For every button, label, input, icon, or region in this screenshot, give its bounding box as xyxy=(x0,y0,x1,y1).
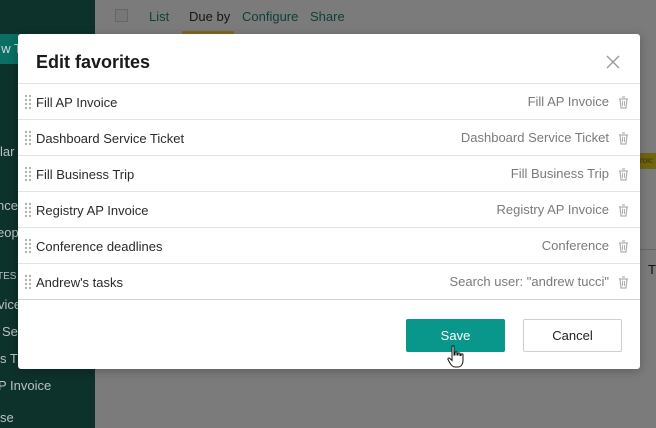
favorite-name: Fill AP Invoice xyxy=(36,95,118,110)
drag-handle-icon[interactable] xyxy=(24,238,32,254)
favorite-name: Conference deadlines xyxy=(36,239,163,254)
tab-list[interactable]: List xyxy=(149,9,169,24)
favorite-target: Fill Business Trip xyxy=(510,166,609,181)
tab-due-by[interactable]: Due by xyxy=(189,9,230,24)
favorite-name: Registry AP Invoice xyxy=(36,203,149,218)
list-item: Dashboard Service Ticket Dashboard Servi… xyxy=(18,120,640,156)
save-button[interactable]: Save xyxy=(406,319,505,352)
status-badge: roic xyxy=(640,153,656,169)
trash-icon[interactable] xyxy=(618,240,629,253)
list-item: Fill Business Trip Fill Business Trip xyxy=(18,156,640,192)
drag-handle-icon[interactable] xyxy=(24,274,32,290)
sidebar-item-ap-invoice[interactable]: P Invoice xyxy=(0,378,93,393)
divider xyxy=(640,249,656,250)
close-icon[interactable] xyxy=(604,53,622,71)
trash-icon[interactable] xyxy=(618,96,629,109)
favorite-target: Fill AP Invoice xyxy=(527,94,609,109)
edit-favorites-dialog: Edit favorites Fill AP Invoice Fill AP I… xyxy=(18,34,640,369)
trash-icon[interactable] xyxy=(618,168,629,181)
drag-handle-icon[interactable] xyxy=(24,202,32,218)
list-item: Andrew's tasks Search user: "andrew tucc… xyxy=(18,264,640,300)
select-all-checkbox[interactable] xyxy=(115,9,128,22)
dialog-title: Edit favorites xyxy=(36,52,151,72)
view-toolbar xyxy=(95,0,656,34)
drag-handle-icon[interactable] xyxy=(24,130,32,146)
favorite-name: Dashboard Service Ticket xyxy=(36,131,185,146)
tab-share[interactable]: Share xyxy=(310,9,345,24)
table-cell: T xyxy=(648,262,656,277)
drag-handle-icon[interactable] xyxy=(24,166,32,182)
trash-icon[interactable] xyxy=(618,276,629,289)
favorite-name: Andrew's tasks xyxy=(36,275,124,290)
favorite-target: Conference xyxy=(541,238,609,253)
list-item: Registry AP Invoice Registry AP Invoice xyxy=(18,192,640,228)
favorites-list: Fill AP Invoice Fill AP Invoice Dashboar… xyxy=(18,83,640,300)
trash-icon[interactable] xyxy=(618,132,629,145)
favorite-target: Dashboard Service Ticket xyxy=(460,130,609,145)
favorite-name: Fill Business Trip xyxy=(36,167,135,182)
favorite-target: Search user: "andrew tucci" xyxy=(449,274,609,289)
trash-icon[interactable] xyxy=(618,204,629,217)
list-item: Fill AP Invoice Fill AP Invoice xyxy=(18,84,640,120)
tab-configure[interactable]: Configure xyxy=(242,9,298,24)
drag-handle-icon[interactable] xyxy=(24,94,32,110)
favorite-target: Registry AP Invoice xyxy=(496,202,609,217)
sidebar-item-expense[interactable]: se xyxy=(0,410,95,425)
list-item: Conference deadlines Conference xyxy=(18,228,640,264)
cancel-button[interactable]: Cancel xyxy=(523,319,622,352)
